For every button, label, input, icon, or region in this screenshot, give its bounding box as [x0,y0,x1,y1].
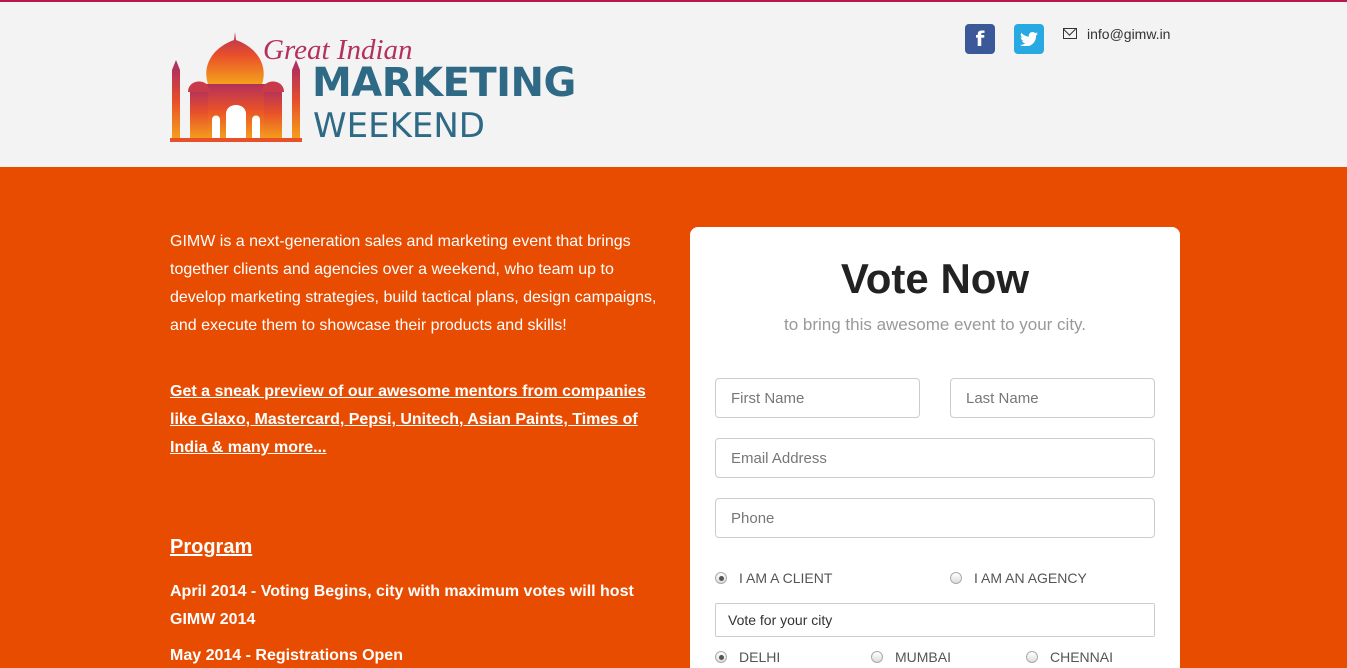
city-label: CHENNAI [1050,649,1114,665]
program-item: May 2014 - Registrations Open [170,647,403,664]
client-radio[interactable] [715,572,727,584]
vote-subtitle: to bring this awesome event to your city… [783,315,1087,334]
agency-radio-option[interactable]: I AM AN AGENCY [950,570,1087,586]
vote-form-card: Vote Now to bring this awesome event to … [690,227,1180,668]
logo-subtitle: WEEKEND [313,106,485,146]
mentors-preview-link[interactable]: Get a sneak preview of our awesome mento… [170,378,665,462]
vote-title: Vote Now [840,255,1030,302]
last-name-field[interactable] [950,378,1155,418]
intro-text: GIMW is a next-generation sales and mark… [170,233,657,334]
mail-icon [1063,28,1077,39]
client-radio-option[interactable]: I AM A CLIENT [715,570,832,586]
city-radio[interactable] [715,651,727,663]
first-name-field[interactable] [715,378,920,418]
city-radio[interactable] [871,651,883,663]
city-select[interactable]: Vote for your city [715,603,1155,637]
phone-field[interactable] [715,498,1155,538]
facebook-icon[interactable]: f [965,24,995,54]
city-option-chennai[interactable]: CHENNAI [1026,649,1113,665]
agency-label: I AM AN AGENCY [974,570,1087,586]
city-label: DELHI [739,649,781,665]
city-radio[interactable] [1026,651,1038,663]
program-item: April 2014 - Voting Begins, city with ma… [170,583,634,628]
contact-email[interactable]: info@gimw.in [1087,26,1170,42]
city-label: MUMBAI [895,649,951,665]
city-option-delhi[interactable]: DELHI [715,649,780,665]
city-option-mumbai[interactable]: MUMBAI [871,649,951,665]
twitter-icon[interactable] [1014,24,1044,54]
agency-radio[interactable] [950,572,962,584]
client-label: I AM A CLIENT [739,570,833,586]
email-field[interactable] [715,438,1155,478]
twitter-bird-icon [1020,32,1038,46]
program-heading[interactable]: Program [170,536,252,559]
logo-title: MARKETING [312,60,576,106]
